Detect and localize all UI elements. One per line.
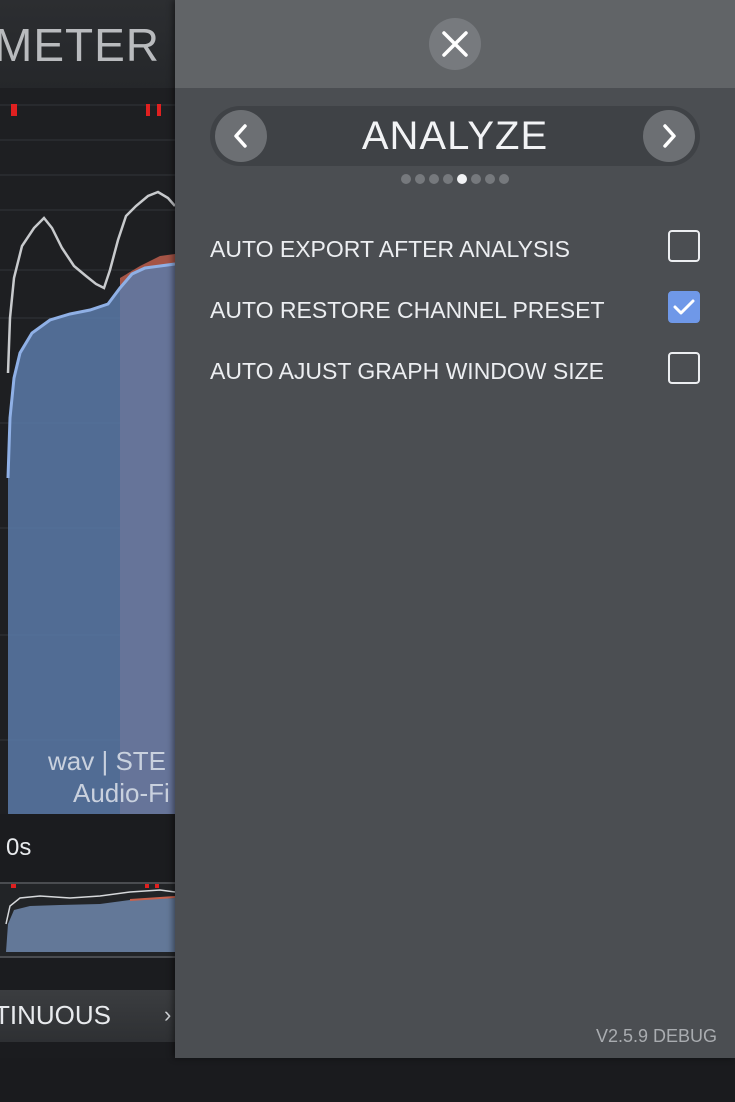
checkmark-icon	[673, 299, 695, 315]
option-label: AUTO RESTORE CHANNEL PRESET	[210, 297, 605, 323]
auto-export-checkbox[interactable]	[668, 230, 700, 262]
page-dot[interactable]	[443, 174, 453, 184]
page-dot[interactable]	[471, 174, 481, 184]
mode-label: TINUOUS	[0, 1000, 111, 1030]
page-dot[interactable]	[415, 174, 425, 184]
page-dot[interactable]	[457, 174, 467, 184]
page-indicator	[175, 174, 735, 184]
chevron-right-icon	[663, 124, 676, 148]
page-dot[interactable]	[401, 174, 411, 184]
chevron-left-icon	[234, 124, 247, 148]
option-auto-export[interactable]: AUTO EXPORT AFTER ANALYSIS	[210, 228, 700, 268]
app-title: METER 2	[0, 19, 201, 71]
settings-panel: ANALYZE AUTO EXPORT AFTER ANALYSIS AUTO …	[175, 0, 735, 1058]
option-label: AUTO AJUST GRAPH WINDOW SIZE	[210, 358, 605, 384]
auto-adjust-checkbox[interactable]	[668, 352, 700, 384]
close-button[interactable]	[429, 18, 481, 70]
close-icon	[442, 31, 468, 57]
page-dot[interactable]	[429, 174, 439, 184]
file-label-line2: Audio-Fi	[73, 778, 170, 808]
peak-markers	[11, 104, 161, 116]
option-auto-restore-preset[interactable]: AUTO RESTORE CHANNEL PRESET	[210, 289, 700, 329]
time-label: 0s	[6, 834, 32, 861]
previous-section-button[interactable]	[215, 110, 267, 162]
option-label: AUTO EXPORT AFTER ANALYSIS	[210, 236, 571, 262]
bottom-strip	[0, 1058, 735, 1102]
section-title: ANALYZE	[361, 114, 549, 158]
page-dot[interactable]	[485, 174, 495, 184]
option-auto-adjust-window[interactable]: AUTO AJUST GRAPH WINDOW SIZE	[210, 350, 700, 390]
chevron-right-icon[interactable]: ›	[164, 1002, 171, 1028]
file-label-line1: wav | STE	[48, 746, 167, 776]
section-navigator: ANALYZE	[210, 106, 700, 166]
version-label: V2.5.9 DEBUG	[595, 1026, 717, 1046]
next-section-button[interactable]	[643, 110, 695, 162]
auto-restore-checkbox[interactable]	[668, 291, 700, 323]
page-dot[interactable]	[499, 174, 509, 184]
